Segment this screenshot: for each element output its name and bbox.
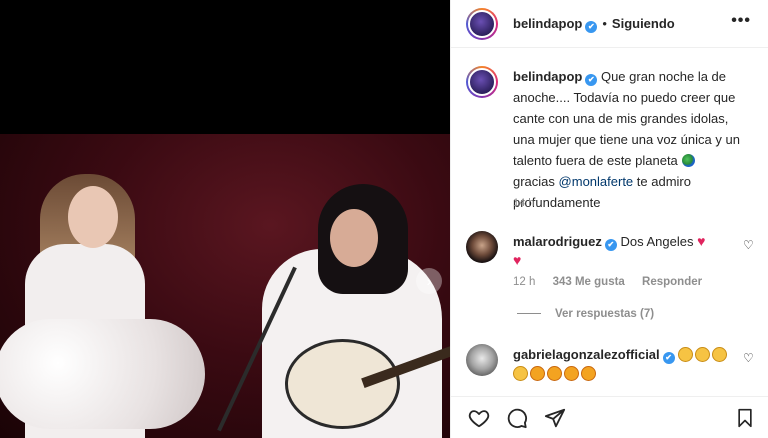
star-struck-emoji-icon [564,366,579,381]
more-options-icon[interactable]: ••• [731,12,751,30]
verified-badge-icon: ✔ [585,21,598,33]
separator: • [602,16,607,31]
comment-likes[interactable]: 343 Me gusta [553,276,625,288]
header-info: belindapop ✔ • Siguiendo [513,16,675,33]
reply-button[interactable]: Responder [642,276,702,288]
mention-link[interactable]: @monlaferte [559,174,634,189]
comment-username[interactable]: malarodriguez [513,234,602,249]
verified-badge-icon: ✔ [662,352,675,364]
red-heart-emoji-icon: ♥ [697,233,706,249]
comment-body: gabrielagonzalezofficial ✔ [513,345,733,383]
verified-badge-icon: ✔ [604,239,617,251]
share-send-icon[interactable] [543,406,567,430]
comment-body: malarodriguez ✔ Dos Angeles ♥ ♥ [513,232,718,270]
carousel-next-button[interactable]: › [416,268,442,294]
comment-bubble-icon[interactable] [505,406,529,430]
post-time[interactable]: 14 h [513,197,534,209]
post-photo [0,134,450,438]
comment-username[interactable]: gabrielagonzalezofficial [513,347,660,362]
globe-emoji-icon [681,154,695,167]
clapping-hands-emoji-icon [712,347,728,362]
like-heart-icon[interactable] [467,406,491,430]
chevron-right-icon: › [426,273,432,289]
author-avatar[interactable] [466,8,498,40]
comment-meta: 12 h 343 Me gusta Responder [513,276,716,288]
clapping-hands-emoji-icon [695,347,711,362]
view-replies-label: Ver respuestas (7) [555,308,655,320]
comment-like-icon[interactable]: ♡ [743,351,754,365]
post-panel: belindapop ✔ • Siguiendo ••• belindapop ✔ Qu… [450,0,768,438]
view-replies-button[interactable]: Ver respuestas (7) [517,308,654,320]
post-media: › [0,0,450,438]
comment-like-icon[interactable]: ♡ [743,238,754,252]
verified-badge-icon: ✔ [585,74,598,86]
bookmark-icon[interactable] [733,406,757,430]
clapping-hands-emoji-icon [513,366,528,381]
star-struck-emoji-icon [547,366,562,381]
caption-thanks: gracias [513,174,555,189]
divider [517,313,541,315]
post-header: belindapop ✔ • Siguiendo ••• [451,0,768,48]
comment-text: Dos Angeles [620,234,694,249]
star-struck-emoji-icon [530,366,545,381]
singer-left-face [68,186,118,248]
commenter-avatar[interactable] [466,231,498,263]
guitar-body [285,339,400,429]
caption-avatar[interactable] [466,66,498,98]
post-actions [451,396,768,438]
comment-time[interactable]: 12 h [513,276,535,288]
post-caption: belindapop ✔ Que gran noche la de anoche.… [513,66,751,213]
clapping-hands-emoji-icon [678,347,694,362]
commenter-avatar[interactable] [466,344,498,376]
following-button[interactable]: Siguiendo [612,16,675,31]
star-struck-emoji-icon [581,366,596,381]
red-heart-emoji-icon: ♥ [513,252,522,268]
singer-right-face [330,209,378,267]
fur-shawl [0,319,205,429]
caption-username[interactable]: belindapop [513,69,582,84]
author-username[interactable]: belindapop [513,16,582,31]
